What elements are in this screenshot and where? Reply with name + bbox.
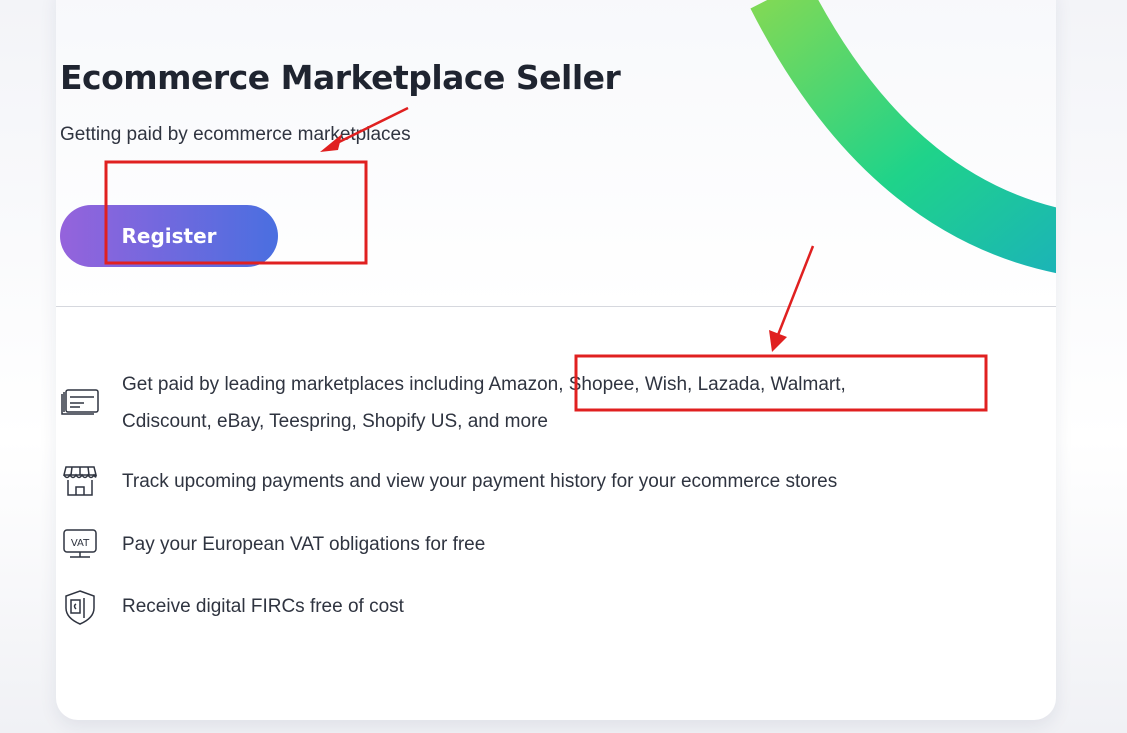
- storefront-icon: [60, 463, 100, 503]
- page-subtitle: Getting paid by ecommerce marketplaces: [60, 124, 411, 145]
- svg-text:VAT: VAT: [71, 538, 90, 549]
- feature-text: Pay your European VAT obligations for fr…: [122, 534, 486, 555]
- feature-text: Get paid by leading marketplaces includi…: [122, 374, 846, 432]
- feature-item: Get paid by leading marketplaces includi…: [60, 366, 922, 440]
- feature-text: Receive digital FIRCs free of cost: [122, 596, 404, 617]
- feature-item: Receive digital FIRCs free of cost: [60, 588, 922, 628]
- vat-monitor-icon: VAT: [60, 526, 100, 566]
- feature-item: Track upcoming payments and view your pa…: [60, 463, 922, 503]
- section-divider: [56, 306, 1056, 307]
- feature-item: VAT Pay your European VAT obligations fo…: [60, 526, 922, 566]
- shield-document-icon: [60, 588, 100, 628]
- payment-cards-icon: [60, 386, 100, 426]
- page-title: Ecommerce Marketplace Seller: [60, 58, 621, 97]
- feature-text: Track upcoming payments and view your pa…: [122, 471, 838, 492]
- register-button[interactable]: Register: [60, 205, 278, 267]
- page: Ecommerce Marketplace Seller Getting pai…: [0, 0, 1127, 733]
